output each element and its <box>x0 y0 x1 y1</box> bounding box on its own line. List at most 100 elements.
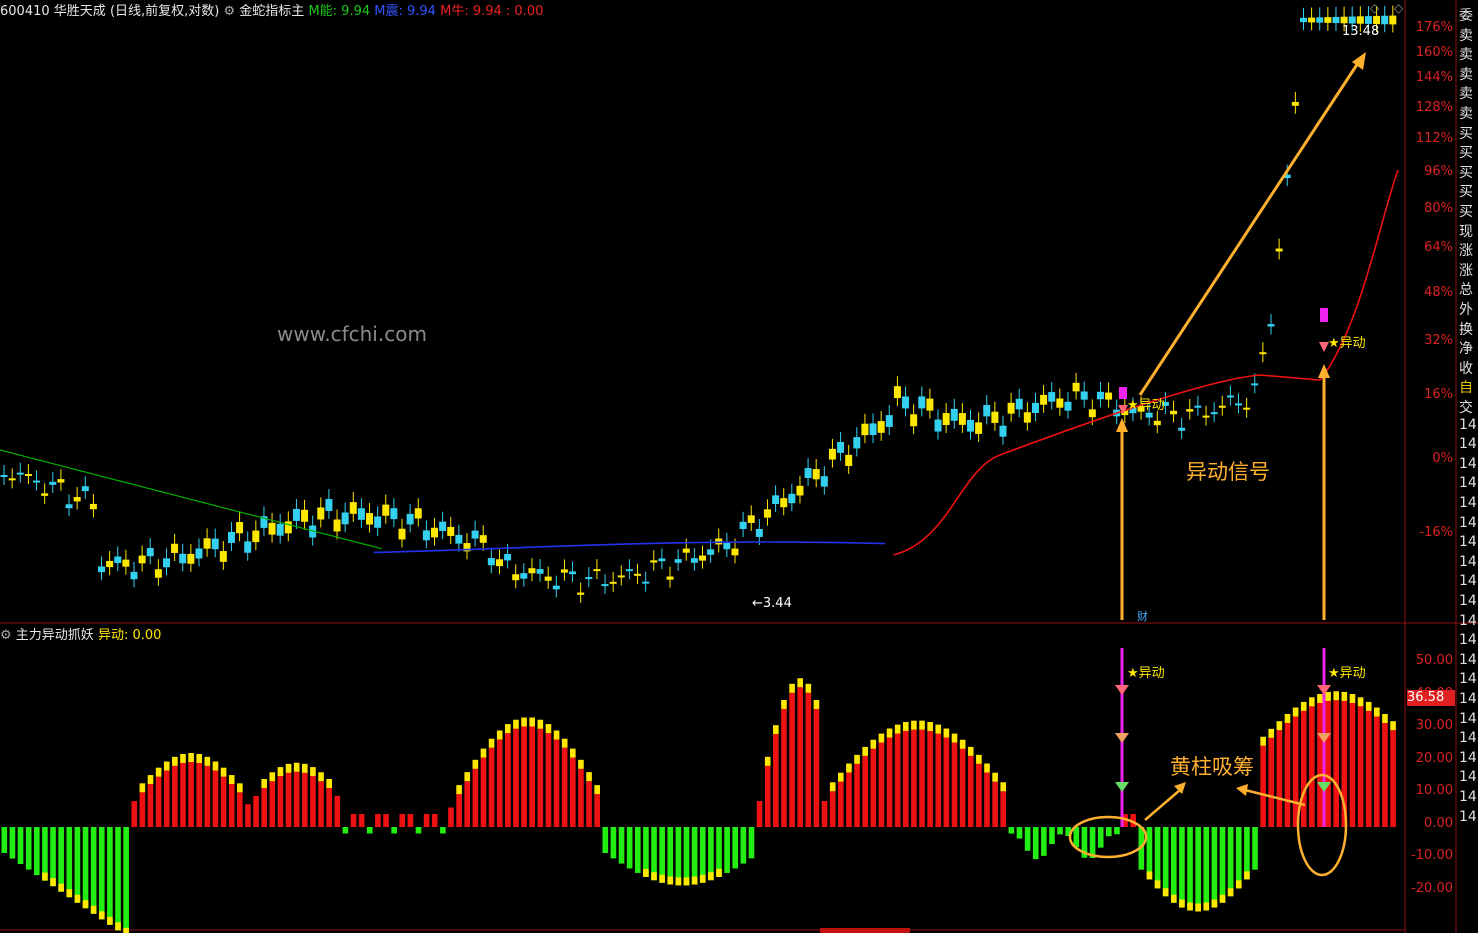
indicator-bar-green <box>66 827 73 898</box>
indicator-bar-yellow-cap <box>228 775 235 785</box>
candle-body <box>317 507 325 520</box>
candle-body <box>707 549 715 555</box>
indicator-bar-red <box>1300 710 1307 827</box>
indicator-bar-yellow-cap <box>1284 714 1291 723</box>
indicator-bar-green <box>1170 827 1177 903</box>
candle-body <box>812 469 820 480</box>
indicator-bar-red <box>797 687 804 827</box>
candle-body <box>130 571 138 580</box>
indicator-bar-green <box>107 827 113 925</box>
candle-body <box>146 548 154 557</box>
expand-diamond-icon[interactable]: ◇ <box>1370 1 1379 15</box>
indicator-bar-red <box>537 728 544 827</box>
indicator-bar-yellow-cap <box>829 782 836 792</box>
indicator-bar-green <box>90 827 97 914</box>
candle-body <box>162 558 170 568</box>
sub-indicator-name[interactable]: 主力异动抓妖 <box>16 628 94 643</box>
indicator-bar-red <box>911 729 917 827</box>
indicator-bar-red <box>375 814 381 827</box>
candle-body <box>1178 427 1186 431</box>
candle-body <box>41 493 49 496</box>
indicator-bar-green <box>1073 827 1080 848</box>
candle-body <box>950 408 958 421</box>
indicator-bar-yellow-cap <box>1374 707 1380 717</box>
candle-body <box>755 529 763 537</box>
indicator-bar-yellow-cap <box>472 759 479 769</box>
indicator-axis-tick: 20.00 <box>1415 750 1453 766</box>
candle-body <box>723 542 731 550</box>
indicator-bar-yellow-cap <box>188 753 194 762</box>
indicator-bar-yellow-cap <box>155 767 162 777</box>
indicator-bar-red <box>886 737 893 827</box>
indicator-axis-tick: -20.00 <box>1411 880 1453 896</box>
candle-body <box>268 522 276 535</box>
indicator-bar-yellow-tail <box>74 894 81 903</box>
indicator-bar-red <box>894 733 901 827</box>
indicator-bar-green <box>1154 827 1161 889</box>
indicator-bar-green <box>98 827 105 920</box>
indicator-bar-green <box>610 827 617 859</box>
indicator-bar-yellow-cap <box>505 724 511 734</box>
indicator-bar-red <box>301 772 308 827</box>
indicator-bar-green <box>675 827 682 886</box>
signal-star-label-1: ★异动 <box>1127 398 1165 413</box>
indicator-name[interactable]: 金蛇指标主 <box>239 4 304 19</box>
indicator-bar-red <box>188 762 194 827</box>
indicator-bar-yellow-cap <box>911 720 917 730</box>
indicator-bar-red <box>383 814 389 827</box>
indicator-bar-green <box>440 827 446 834</box>
indicator-bar-red <box>756 801 763 827</box>
collapse-diamond-icon[interactable]: ◇ <box>1394 1 1403 15</box>
indicator-bar-red <box>829 791 836 827</box>
indicator-bar-yellow-cap <box>1333 691 1340 701</box>
candle-body <box>33 480 41 483</box>
candle-body <box>674 559 682 563</box>
side-panel-label: 收 <box>1459 360 1473 377</box>
candle-body <box>699 555 706 561</box>
indicator-marker-red <box>1115 685 1129 695</box>
date-scroll-indicator <box>820 928 910 933</box>
indicator-bar-green <box>1106 827 1112 837</box>
candle-body <box>926 398 934 411</box>
sub-gear-icon[interactable]: ⚙ <box>0 628 12 643</box>
indicator-bar-green <box>740 827 747 864</box>
indicator-bar-yellow-cap <box>1341 691 1348 701</box>
candle-body <box>1186 409 1194 412</box>
indicator-bar-yellow-cap <box>261 779 268 788</box>
side-panel-label: 14 <box>1459 769 1477 786</box>
signal-arrowhead-2 <box>1318 364 1330 378</box>
side-panel-label: 买 <box>1459 145 1473 162</box>
candle-body <box>1153 420 1161 426</box>
indicator-bar-yellow-cap <box>764 756 771 766</box>
price-axis-tick: 32% <box>1424 333 1453 348</box>
indicator-bar-yellow-tail <box>107 916 113 925</box>
m-zhen-value: M震: 9.94 <box>374 4 436 19</box>
candle-body <box>219 551 227 562</box>
signal-star-label-2: ★异动 <box>1328 336 1366 351</box>
price-axis-tick: 96% <box>1424 164 1453 179</box>
candle-body <box>804 468 812 479</box>
sub-chart-header: ⚙ 主力异动抓妖 异动: 0.00 <box>0 624 161 643</box>
indicator-bar-green <box>1162 827 1169 897</box>
indicator-bar-yellow-cap <box>464 772 471 782</box>
indicator-bar-red <box>821 801 828 827</box>
settings-gear-icon[interactable]: ⚙ <box>224 4 236 19</box>
indicator-bar-red <box>854 763 860 827</box>
side-panel-label: 涨 <box>1459 243 1473 260</box>
side-panel-label: 卖 <box>1459 27 1473 44</box>
candle-body <box>154 569 162 578</box>
indicator-bar-red <box>1260 745 1266 827</box>
side-panel-label: 14 <box>1459 691 1477 707</box>
candle-body <box>1031 402 1039 414</box>
indicator-bar-yellow-tail <box>1211 899 1218 908</box>
indicator-bar-green <box>1114 827 1120 835</box>
indicator-bar-yellow-tail <box>123 927 129 933</box>
indicator-bar-yellow-cap <box>521 717 527 727</box>
indicator-bar-green <box>1219 827 1226 903</box>
indicator-bar-red <box>1268 737 1275 827</box>
cai-badge[interactable]: 财 <box>1137 608 1148 624</box>
indicator-bar-yellow-cap <box>220 767 227 777</box>
indicator-bar-green <box>415 827 422 834</box>
indicator-bar-green <box>602 827 609 853</box>
candle-body <box>1373 15 1381 25</box>
